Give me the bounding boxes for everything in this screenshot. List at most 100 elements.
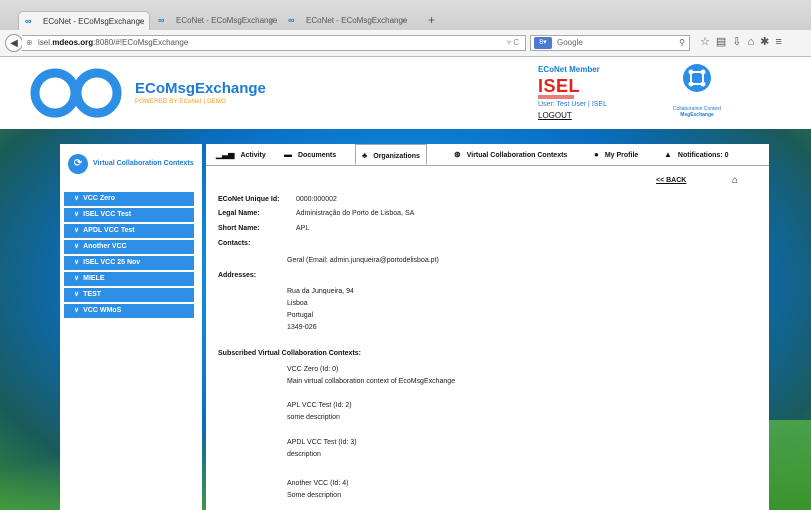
browser-tab-title: ECoNet - ECoMsgExchange: [43, 17, 145, 26]
sidebar-item-test[interactable]: ∨ TEST: [64, 288, 194, 302]
collaboration-context-icon: [683, 64, 711, 92]
browser-nav-bar: ◀ ⊕ isel.mdeos.org:8080/#!ECoMsgExchange…: [0, 30, 811, 57]
browser-tab-title: ECoNet - ECoMsgExchange: [176, 16, 278, 25]
sidebar-item-label: ISEL VCC 25 Nov: [83, 259, 141, 266]
vcc-entry-description: Some description: [287, 492, 342, 499]
sidebar-item-isel-vcc-25-nov[interactable]: ∨ ISEL VCC 25 Nov: [64, 256, 194, 270]
econet-favicon-icon: ∞: [288, 15, 295, 25]
chevron-down-icon: ∨: [74, 243, 80, 250]
isel-logo: ISEL: [538, 76, 581, 96]
econet-favicon-icon: ∞: [158, 15, 165, 25]
new-tab-button[interactable]: +: [428, 11, 435, 30]
chevron-down-icon: ∨: [74, 227, 80, 234]
sidebar-item-miele[interactable]: ∨ MIELE: [64, 272, 194, 286]
sidebar-item-vcc-zero[interactable]: ∨ VCC Zero: [64, 192, 194, 206]
browser-tab-3[interactable]: ∞ ECoNet - ECoMsgExchange ×: [282, 11, 412, 30]
sidebar-item-label: MIELE: [83, 275, 105, 282]
econet-logo: [30, 68, 122, 118]
sidebar-item-isel-vcc-test[interactable]: ∨ ISEL VCC Test: [64, 208, 194, 222]
tab-organizations[interactable]: ♣ Organizations: [355, 144, 427, 165]
tab-label: My Profile: [604, 152, 639, 159]
chevron-down-icon: ∨: [74, 291, 80, 298]
url-path: :8080/#!ECoMsgExchange: [93, 38, 189, 47]
vcc-entry-name: Another VCC (Id: 4): [287, 480, 349, 487]
tab-label: Notifications: 0: [677, 152, 729, 159]
sidebar-item-label: Another VCC: [83, 243, 127, 250]
page-header: ECoMsgExchange POWERED BY ECoNet | DEMO …: [0, 57, 811, 129]
search-icon[interactable]: ⚲: [679, 36, 685, 50]
uid-label: ECoNet Unique Id:: [218, 196, 280, 203]
logout-link[interactable]: LOGOUT: [538, 111, 572, 120]
search-placeholder: Google: [557, 38, 583, 47]
sidebar-item-label: APDL VCC Test: [83, 227, 135, 234]
tab-virtual-collaboration-contexts[interactable]: ⊛ Virtual Collaboration Contexts: [454, 144, 567, 165]
subscribed-vccs-label: Subscribed Virtual Collaboration Context…: [218, 350, 362, 357]
tab-activity[interactable]: ▁▃▅ Activity: [216, 144, 266, 165]
sidebar-item-label: VCC WMoS: [83, 307, 122, 314]
tab-documents[interactable]: ▬ Documents: [284, 144, 336, 165]
collaboration-context-label: Collaboration Context MsgExchange: [662, 106, 732, 118]
google-search-engine-icon[interactable]: 8▾: [534, 37, 552, 49]
sidebar-item-another-vcc[interactable]: ∨ Another VCC: [64, 240, 194, 254]
chevron-down-icon: ∨: [74, 275, 80, 282]
address-line: Lisboa: [287, 300, 308, 307]
sidebar-header: ⟳ Virtual Collaboration Contexts: [66, 154, 202, 176]
address-line: 1349-026: [287, 324, 317, 331]
uid-value: 0000:000002: [296, 196, 337, 203]
address-bar[interactable]: ⊕ isel.mdeos.org:8080/#!ECoMsgExchange ▿…: [22, 35, 526, 51]
back-link[interactable]: << BACK: [656, 177, 686, 184]
home-icon[interactable]: ⌂: [748, 36, 761, 48]
contact-value: Geral (Email: admin.junqueira@portodelis…: [287, 257, 439, 264]
chevron-down-icon: ∨: [74, 259, 80, 266]
vcc-entry-description: Main virtual collaboration context of Ec…: [287, 378, 456, 385]
tab-label: Activity: [240, 152, 266, 159]
globe-icon: ⊕: [26, 38, 33, 47]
browser-tab-1[interactable]: ∞ ECoNet - ECoMsgExchange ×: [18, 11, 150, 30]
econet-favicon-icon: ∞: [25, 16, 32, 26]
contacts-label: Contacts:: [218, 240, 251, 247]
bookmarks-icon[interactable]: ▤: [716, 36, 732, 48]
toolbar-icons: ☆▤⇩⌂✱≡: [700, 35, 788, 48]
member-label: ECoNet Member: [538, 65, 600, 74]
brand-subtitle: POWERED BY ECoNet | DEMO: [135, 99, 226, 105]
activity-bars-icon: ▁▃▅: [216, 150, 235, 159]
tab-notifications[interactable]: ▲ Notifications: 0: [664, 144, 728, 165]
close-tab-icon[interactable]: ×: [401, 11, 406, 30]
download-icon[interactable]: ⇩: [732, 36, 747, 48]
brand-title: ECoMsgExchange: [135, 80, 266, 97]
menu-icon[interactable]: ≡: [775, 36, 787, 48]
reload-icon[interactable]: ▿ C: [507, 36, 519, 50]
globe-icon: ⊛: [454, 150, 461, 159]
address-line: Portugal: [287, 312, 314, 319]
vcc-entry-name: APL VCC Test (Id: 2): [287, 402, 352, 409]
vcc-entry-name: APDL VCC Test (Id: 3): [287, 439, 357, 446]
close-tab-icon[interactable]: ×: [138, 12, 143, 30]
main-panel: ▁▃▅ Activity ▬ Documents ♣ Organizations ⊛ V…: [206, 144, 769, 510]
url-domain: mdeos.org: [52, 38, 94, 47]
addresses-label: Addresses:: [218, 272, 257, 279]
chevron-down-icon: ∨: [74, 211, 80, 218]
short-name-value: APL: [296, 225, 310, 232]
sidebar-item-vcc-wmos[interactable]: ∨ VCC WMoS: [64, 304, 194, 318]
briefcase-icon: ▬: [284, 150, 292, 159]
tab-label: Virtual Collaboration Contexts: [466, 152, 568, 159]
close-tab-icon[interactable]: ×: [269, 11, 274, 30]
legal-name-label: Legal Name:: [218, 210, 260, 217]
url-host-prefix: isel.: [38, 38, 53, 47]
search-input[interactable]: 8▾ Google ⚲: [530, 35, 690, 51]
browser-tab-title: ECoNet - ECoMsgExchange: [306, 16, 408, 25]
legal-name-value: Administração do Porto de Lisboa, SA: [296, 210, 415, 217]
tab-my-profile[interactable]: ● My Profile: [594, 144, 638, 165]
back-button[interactable]: ◀: [5, 34, 23, 52]
vcc-icon: ⟳: [68, 154, 88, 174]
browser-tab-2[interactable]: ∞ ECoNet - ECoMsgExchange ×: [152, 11, 280, 30]
bell-icon: ▲: [664, 150, 672, 159]
sidebar-item-apdl-vcc-test[interactable]: ∨ APDL VCC Test: [64, 224, 194, 238]
sidebar-item-label: TEST: [83, 291, 102, 298]
home-icon[interactable]: ⌂: [732, 175, 738, 186]
tab-label: Organizations: [373, 153, 420, 160]
star-icon[interactable]: ☆: [700, 36, 716, 48]
short-name-label: Short Name:: [218, 225, 260, 232]
extensions-icon[interactable]: ✱: [760, 36, 775, 48]
tab-label: Documents: [298, 152, 337, 159]
